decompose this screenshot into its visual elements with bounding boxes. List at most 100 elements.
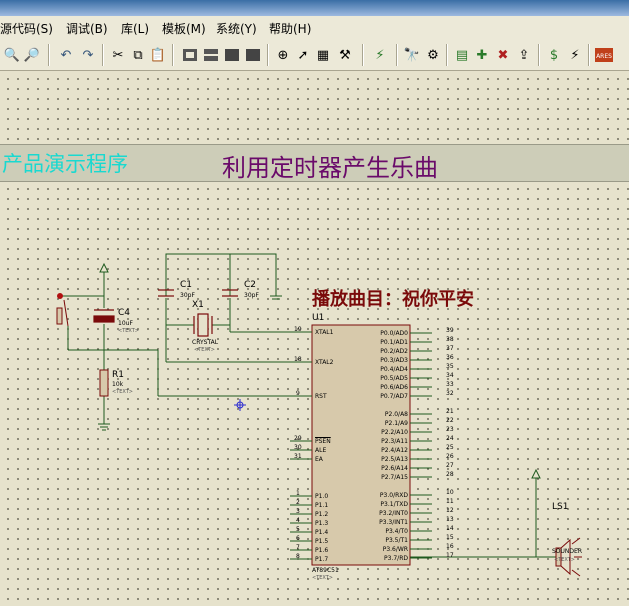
menu-debug[interactable]: 调试(B) [66, 20, 108, 37]
u1-pin-number: 15 [446, 534, 454, 541]
goto-sheet-icon[interactable]: ⇪ [514, 45, 534, 65]
u1-pin-name: P3.0/RXD [379, 492, 408, 499]
title-banner: 产品演示程序 利用定时器产生乐曲 [0, 144, 629, 182]
u1-ref: U1 [312, 313, 325, 323]
u1-pin-number: 1 [296, 490, 300, 497]
u1-pin-name: P2.5/A13 [381, 456, 408, 463]
u1-pin-name: P0.4/AD4 [380, 366, 408, 373]
bill-of-materials-icon[interactable]: $ [544, 45, 564, 65]
netlist-to-ares-icon[interactable]: ARES [594, 45, 614, 65]
c4-ref: C4 [118, 308, 131, 318]
u1-pin-number: 28 [446, 471, 454, 478]
u1-pin-name: P3.2/INT0 [379, 510, 408, 517]
u1-pin-number: 4 [296, 517, 300, 524]
x1-value: CRYSTAL [192, 339, 219, 346]
ls1-text-tag: <TEXT> [554, 557, 575, 563]
u1-pin-name: P2.6/A14 [381, 465, 408, 472]
u1-text-tag: <TEXT> [312, 575, 333, 581]
u1-pin-number: 9 [296, 390, 300, 397]
r1-value: 10k [112, 381, 124, 388]
u1-pin-number: 13 [446, 516, 454, 523]
r1-ref: R1 [112, 370, 124, 380]
u1-pin-number: 34 [446, 372, 454, 379]
u1-pin-name: P3.5/T1 [385, 537, 408, 544]
block-move-icon[interactable] [201, 45, 221, 65]
u1-pin-number: 35 [446, 363, 454, 370]
u1-pin-name: P1.5 [315, 538, 329, 545]
cut-icon[interactable]: ✂ [108, 45, 128, 65]
decompose-icon[interactable]: ⚒ [335, 45, 355, 65]
toolbar-separator [538, 44, 540, 66]
menu-template[interactable]: 模板(M) [162, 20, 206, 37]
u1-pin-number: 31 [294, 453, 302, 460]
remove-sheet-icon[interactable]: ✖ [493, 45, 513, 65]
undo-icon[interactable]: ↶ [56, 45, 76, 65]
toolbar: 🔍 🔎 ↶ ↷ ✂ ⧉ 📋 ⊕ ➚ ▦ ⚒ ⚡ 🔭 ⚙ ▤ ✚ ✖ ⇪ $ ⚡ … [0, 40, 629, 71]
toolbar-separator [48, 44, 50, 66]
u1-pin-name: EA [315, 456, 323, 463]
c2-value: 30pF [244, 292, 259, 299]
u1-pin-number: 23 [446, 426, 454, 433]
u1-pin-number: 7 [296, 544, 300, 551]
u1-pin-name: PSEN [315, 438, 331, 445]
redo-icon[interactable]: ↷ [78, 45, 98, 65]
wire-autorouter-icon[interactable]: ⚡ [370, 45, 390, 65]
u1-pin-name: P2.2/A10 [381, 429, 408, 436]
u1-pin-number: 24 [446, 435, 454, 442]
u1-pin-name: P2.3/A11 [381, 438, 408, 445]
u1-pin-name: P1.7 [315, 556, 329, 563]
toolbar-separator [102, 44, 104, 66]
c1-ref: C1 [180, 280, 193, 290]
packaging-tool-icon[interactable]: ▦ [313, 45, 333, 65]
u1-pin-number: 37 [446, 345, 454, 352]
make-device-icon[interactable]: ➚ [293, 45, 313, 65]
ls1-ref: LS1 [552, 502, 569, 512]
new-sheet-icon[interactable]: ▤ [452, 45, 472, 65]
x1-text-tag: <TEXT> [194, 347, 215, 353]
song-title-label: 播放曲目：祝你平安 [312, 289, 474, 310]
block-copy-icon[interactable] [180, 45, 200, 65]
toolbar-separator [267, 44, 269, 66]
ls1-value: SOUNDER [552, 548, 582, 555]
u1-pin-name: P0.2/AD2 [380, 348, 408, 355]
block-delete-icon[interactable] [243, 45, 263, 65]
menu-source[interactable]: 源代码(S) [0, 20, 53, 37]
toolbar-separator [446, 44, 448, 66]
electrical-rules-icon[interactable]: ⚡ [565, 45, 585, 65]
menu-help[interactable]: 帮助(H) [269, 20, 311, 37]
u1-pin-number: 27 [446, 462, 454, 469]
pick-device-icon[interactable]: ⊕ [273, 45, 293, 65]
c2-ref: C2 [244, 280, 257, 290]
toolbar-separator [396, 44, 398, 66]
u1-pin-number: 32 [446, 390, 454, 397]
u1-pin-name: P3.4/T0 [385, 528, 408, 535]
u1-pin-name: XTAL2 [315, 359, 334, 366]
property-assign-icon[interactable]: ⚙ [423, 45, 443, 65]
search-tag-icon[interactable]: 🔭 [402, 45, 422, 65]
u1-pin-number: 19 [294, 326, 302, 333]
block-rotate-icon[interactable] [222, 45, 242, 65]
zoom-out-icon[interactable]: 🔎 [22, 45, 42, 65]
u1-pin-name: P0.1/AD1 [380, 339, 408, 346]
paste-icon[interactable]: 📋 [148, 45, 168, 65]
zoom-in-icon[interactable]: 🔍 [2, 45, 22, 65]
u1-pin-name: P0.7/AD7 [380, 393, 408, 400]
u1-pin-name: XTAL1 [315, 329, 334, 336]
c4-value: 10uF [118, 320, 133, 327]
u1-pin-number: 30 [294, 444, 302, 451]
svg-text:ARES: ARES [596, 53, 612, 60]
x1-ref: X1 [192, 300, 204, 310]
u1-value: AT89C51 [312, 567, 339, 574]
copy-icon[interactable]: ⧉ [128, 45, 148, 65]
u1-pin-number: 8 [296, 553, 300, 560]
u1-pin-name: P0.6/AD6 [380, 384, 408, 391]
u1-pin-name: P0.0/AD0 [380, 330, 408, 337]
u1-pin-number: 14 [446, 525, 454, 532]
u1-pin-number: 17 [446, 552, 454, 559]
menu-library[interactable]: 库(L) [121, 20, 149, 37]
add-sheet-icon[interactable]: ✚ [472, 45, 492, 65]
u1-pin-number: 10 [446, 489, 454, 496]
u1-pin-name: P3.3/INT1 [379, 519, 408, 526]
menu-system[interactable]: 系统(Y) [216, 20, 257, 37]
u1-pin-number: 26 [446, 453, 454, 460]
